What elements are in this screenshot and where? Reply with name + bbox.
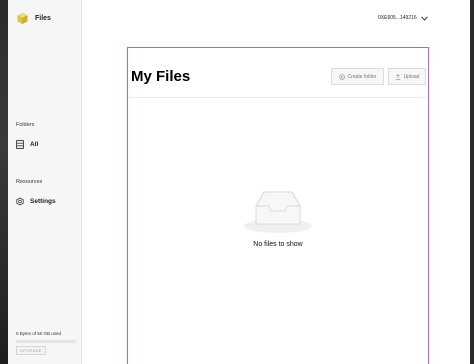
storage-usage-bar: [16, 340, 76, 343]
brand[interactable]: Files: [16, 12, 51, 25]
account-address: 0XE605...149216: [378, 15, 417, 21]
empty-state-message: No files to show: [253, 241, 303, 248]
create-folder-label: Create folder: [347, 73, 377, 80]
gear-icon: [16, 197, 24, 206]
sidebar-item-all[interactable]: All: [16, 140, 38, 149]
upload-icon: [395, 73, 400, 80]
files-panel: My Files Create folder Upload No files t…: [127, 47, 429, 364]
empty-inbox-icon: [244, 191, 312, 233]
window-edge-right: [470, 0, 474, 364]
window-edge-left: [0, 0, 8, 364]
chevron-down-icon: [420, 15, 428, 21]
sidebar-item-settings[interactable]: Settings: [16, 197, 56, 206]
header-divider: [128, 97, 428, 98]
sidebar-item-label: All: [30, 141, 39, 148]
upgrade-button[interactable]: UPGRADE: [16, 346, 46, 355]
upload-button[interactable]: Upload: [388, 68, 426, 85]
account-menu[interactable]: 0XE605...149216: [378, 15, 428, 21]
folders-section-label: Folders: [16, 122, 35, 128]
create-folder-button[interactable]: Create folder: [331, 68, 384, 85]
cube-logo-icon: [17, 13, 28, 24]
page-title: My Files: [131, 68, 191, 85]
resources-section-label: Resources: [16, 179, 43, 185]
plus-circle-icon: [338, 73, 345, 80]
sidebar-item-label: Settings: [30, 198, 56, 205]
sidebar: Files Folders All Resources Settings 0 B…: [8, 0, 82, 364]
app-name: Files: [35, 15, 51, 22]
upload-label: Upload: [403, 73, 420, 80]
folder-list-icon: [16, 140, 24, 149]
storage-usage-text: 0 Bytes of 50 GB used: [16, 331, 62, 336]
